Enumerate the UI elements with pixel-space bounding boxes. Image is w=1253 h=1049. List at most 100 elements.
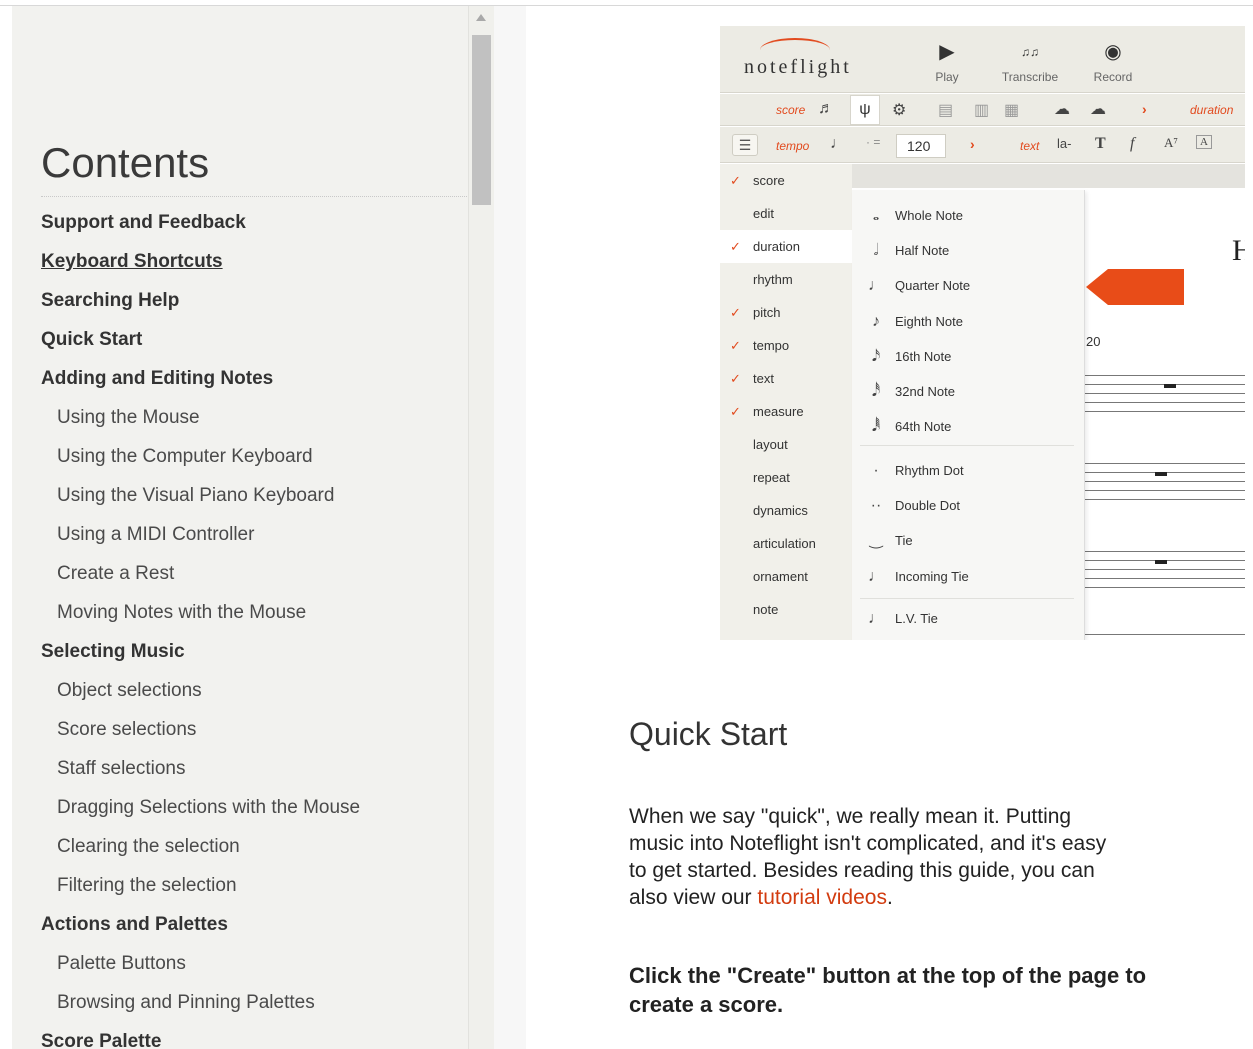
play-icon: ▶ [939,41,955,63]
tutorial-videos-link[interactable]: tutorial videos [757,886,887,909]
toc-link[interactable]: Create a Rest [12,554,468,593]
palette-category: dynamics [753,503,808,518]
menu-icon: ☰ [732,134,758,156]
document-icon: ▥ [974,102,990,119]
score-header-bar [852,164,1245,188]
create-instruction: Click the "Create" button at the top of … [629,963,1147,1017]
noteflight-top-toolbar: noteflight ▶ Play ♫♫ Transcribe ◉ Record [720,26,1245,93]
score-palette-label: score [776,103,806,117]
duration-menu-label: Double Dot [895,498,961,513]
duration-dropdown: 𝅝 Whole Note 𝅗𝅥 Half Note ♩ Quarter Note ♪ Eigh… [852,190,1085,640]
palette-row: score ♬ ψ ⚙ ▤ ▥ ▦ ☁ ☁ › duration [720,94,1245,126]
duration-menu-item: 𝅘𝅥𝅯 16th Note [852,339,1085,374]
boxed-text-icon: A [1196,135,1212,149]
toc-link[interactable]: Using the Visual Piano Keyboard [12,476,468,515]
duration-menu-label: Half Note [895,243,950,258]
contents-sidebar: Contents Support and Feedback Keyboard Sh… [12,6,468,1049]
toc-link[interactable]: Adding and Editing Notes [12,359,468,398]
duration-menu-item: ♩ Incoming Tie [852,559,1085,594]
toc-link[interactable]: Moving Notes with the Mouse [12,593,468,632]
toc-link[interactable]: Searching Help [12,281,468,320]
toc-link[interactable]: Dragging Selections with the Mouse [12,788,468,827]
note-duration-icon: 𝅘𝅥𝅰 [871,383,881,400]
lyric-sample: la- [1057,136,1072,151]
palette-category: pitch [720,296,852,329]
intro-text-end: . [886,886,893,909]
text-palette-label: text [1020,139,1040,153]
dynamic-icon: f [1130,135,1135,152]
palette-category: repeat [753,470,790,485]
transcribe-icon: ♫♫ [1021,45,1039,59]
toc-link[interactable]: Filtering the selection [12,866,468,905]
palette-category: edit [753,206,774,221]
tempo-palette-label: tempo [776,139,810,153]
palette-category: layout [753,437,788,452]
toc-link[interactable]: Selecting Music [12,632,468,671]
duration-menu-item: 𝅗𝅥 Half Note [852,233,1085,268]
gear-icon: ⚙ [892,102,907,119]
duration-menu-item: ‿ Tie [852,523,1085,558]
content-gutter [494,6,526,1049]
whole-rest [1164,384,1176,388]
toc-link[interactable]: Staff selections [12,749,468,788]
whole-rest [1155,472,1167,476]
sidebar-scrollbar[interactable] [468,6,494,1049]
score-title-fragment: H [1232,234,1245,267]
note-duration-icon: ‿ [869,532,883,549]
note-duration-icon: ♩ [868,610,884,627]
scroll-up-arrow-icon[interactable] [476,14,486,21]
duration-menu-item: 𝅘𝅥𝅱 64th Note [852,409,1085,444]
duration-menu-label: Rhythm Dot [895,463,964,478]
scroll-thumb[interactable] [472,35,491,205]
duration-menu-item: ·· Double Dot [852,488,1085,523]
record-label: Record [1093,70,1133,84]
note-duration-icon: ♪ [872,313,880,330]
menu-separator [860,598,1074,599]
toc-link[interactable]: Score selections [12,710,468,749]
intro-paragraph: When we say "quick", we really mean it. … [629,803,1129,911]
toc-link[interactable]: Browsing and Pinning Palettes [12,983,468,1022]
palette-category: rhythm [753,272,793,287]
cloud-upload-icon: ☁ [1054,101,1070,118]
note-duration-icon: ·· [870,497,882,514]
palette-category: note [753,602,779,617]
toc-link[interactable]: Using a MIDI Controller [12,515,468,554]
duration-menu-label: Eighth Note [895,314,963,329]
duration-menu-label: Quarter Note [895,278,971,293]
duration-menu-label: L.V. Tie [895,611,938,626]
toc-link[interactable]: Score Palette [12,1022,468,1049]
note-duration-icon: ♩ [868,277,884,294]
toc-link[interactable]: Support and Feedback [12,203,468,242]
guitar-icon: ♬ [818,100,834,117]
note-duration-icon: ♩ [868,568,884,585]
play-label: Play [935,70,959,84]
duration-menu-label: Incoming Tie [895,569,969,584]
toc-link[interactable]: Keyboard Shortcuts [12,242,468,281]
palette-category: ornament [753,569,808,584]
toc-link[interactable]: Using the Computer Keyboard [12,437,468,476]
duration-menu-item: ♩ Quarter Note [852,268,1085,303]
transcribe-tool: ♫♫ Transcribe [995,38,1065,84]
toc-link[interactable]: Quick Start [12,320,468,359]
toc-link[interactable]: Object selections [12,671,468,710]
palette-category-list: score edit duration rhythm pitchtempotextmea… [720,164,852,640]
pages-icon: ▤ [938,102,954,119]
tempo-value: 120 [896,134,946,158]
contents-divider [41,196,467,197]
noteflight-logo: noteflight [744,56,852,78]
toc-link[interactable]: Using the Mouse [12,398,468,437]
play-tool: ▶ Play [912,38,982,84]
palette-category: articulation [753,536,816,551]
pointer-arrow-icon [1086,269,1184,305]
chevron-right-icon: › [970,136,975,152]
note-duration-icon: 𝅘𝅥𝅯 [871,348,881,365]
toc-link[interactable]: Actions and Palettes [12,905,468,944]
text-icon: T [1095,135,1106,152]
menu-separator [860,445,1074,446]
toc-link[interactable]: Palette Buttons [12,944,468,983]
note-duration-icon: 𝅝 [872,207,880,224]
palette-category: duration [720,230,852,263]
superscript-icon: A⁷ [1164,135,1178,150]
duration-palette-label: duration [1190,103,1234,117]
toc-link[interactable]: Clearing the selection [12,827,468,866]
